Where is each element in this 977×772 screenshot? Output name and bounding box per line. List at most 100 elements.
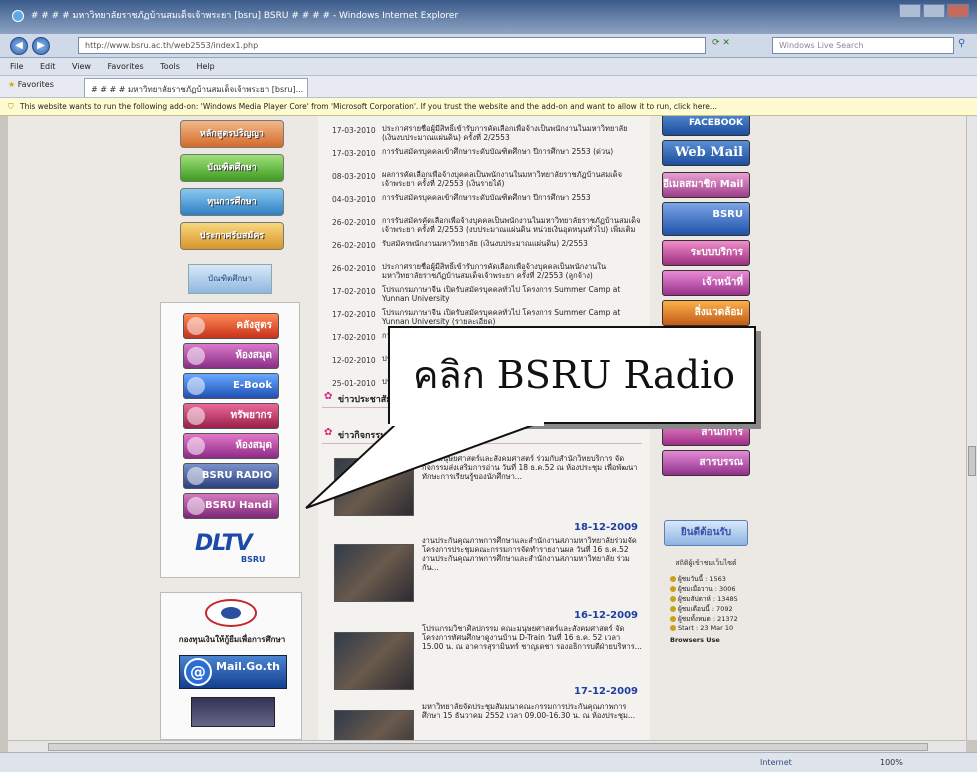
- infobar-text: This website wants to run the following …: [20, 102, 718, 111]
- activity-text[interactable]: งานประกันคุณภาพการศึกษาและสำนักงานสภามหา…: [422, 536, 642, 572]
- documents-button[interactable]: สารบรรณ: [662, 450, 750, 476]
- security-zone[interactable]: Internet: [760, 758, 792, 767]
- back-button[interactable]: ◀: [10, 37, 28, 55]
- callout-pointer-mask: [390, 418, 544, 426]
- student-loan-fund-label[interactable]: กองทุนเงินให้กู้ยืมเพื่อการศึกษา: [161, 633, 303, 646]
- mail-go-th-banner[interactable]: @ Mail.Go.th: [179, 655, 287, 689]
- news-item[interactable]: 04-03-2010 การรับสมัครบุคคลเข้าศึกษาระดับ…: [332, 193, 644, 216]
- menu-button-library-2[interactable]: ห้องสมุด: [183, 433, 279, 459]
- status-bar: Internet 100%: [0, 752, 977, 772]
- menu-button-label: คลังสูตร: [236, 320, 272, 331]
- url-input[interactable]: http://www.bsru.ac.th/web2553/index1.php: [78, 37, 706, 54]
- news-link[interactable]: ประกาศรายชื่อผู้มีสิทธิ์เข้ารับการคัดเลื…: [382, 262, 644, 282]
- activity-photo[interactable]: [334, 710, 414, 740]
- star-icon: ★: [8, 80, 16, 89]
- search-icon[interactable]: ⚲: [958, 38, 972, 53]
- menu-button-label: BSRU Handi: [205, 500, 272, 511]
- stat-text: ผู้ชมสัปดาห์ : 13485: [678, 595, 738, 603]
- globe-icon: [187, 407, 205, 425]
- partner-banner[interactable]: [191, 697, 275, 727]
- banner-graduate[interactable]: บัณฑิตศึกษา: [180, 154, 284, 182]
- activity-text[interactable]: มหาวิทยาลัยจัดประชุมสัมมนาคณะกรรมการประก…: [422, 702, 642, 720]
- service-button[interactable]: ระบบบริการ: [662, 240, 750, 266]
- horizontal-scrollbar[interactable]: [8, 740, 966, 752]
- forward-button[interactable]: ▶: [32, 37, 50, 55]
- search-input[interactable]: Windows Live Search: [772, 37, 954, 54]
- news-item[interactable]: 17-03-2010 การรับสมัครบุคคลเข้าศึกษาระดับ…: [332, 147, 644, 170]
- menu-button-label: ห้องสมุด: [235, 440, 272, 451]
- news-link[interactable]: ผลการคัดเลือกเพื่อจ้างบุคคลเป็นพนักงานใน…: [382, 170, 644, 190]
- news-item[interactable]: 08-03-2010 ผลการคัดเลือกเพื่อจ้างบุคคลเป็…: [332, 170, 644, 193]
- favorites-button[interactable]: ★ Favorites: [8, 80, 54, 89]
- menu-button-ebook[interactable]: E-Book: [183, 373, 279, 399]
- news-item[interactable]: 26-02-2010 การรับสมัครคัดเลือกเพื่อจ้างบุ…: [332, 216, 644, 239]
- bullet-icon: [670, 596, 676, 602]
- hand-icon: [187, 497, 205, 515]
- information-bar[interactable]: ⛉ This website wants to run the followin…: [0, 98, 977, 116]
- member-mail-button[interactable]: อีเมลสมาชิก Mail: [662, 172, 750, 198]
- refresh-icon[interactable]: ⟳ ✕: [712, 38, 730, 48]
- news-link[interactable]: โปรแกรมภาษาจีน เปิดรับสมัครบุคคลทั่วไป โ…: [382, 308, 644, 328]
- banner-announcement[interactable]: ประกาศรับสมัคร: [180, 222, 284, 250]
- news-item[interactable]: 26-02-2010 รับสมัครพนักงานมหาวิทยาลัย (เง…: [332, 239, 644, 262]
- menu-button-handi[interactable]: BSRU Handi: [183, 493, 279, 519]
- vertical-scrollbar[interactable]: [966, 116, 977, 740]
- menu-edit[interactable]: Edit: [40, 62, 56, 71]
- shield-icon: ⛉: [8, 102, 14, 111]
- activity-date: 18-12-2009: [574, 522, 638, 533]
- banner-curriculum[interactable]: หลักสูตรปริญญา: [180, 120, 284, 148]
- dltv-logo[interactable]: DLTV: [195, 531, 253, 556]
- activity-text[interactable]: โปรแกรมวิชาศิลปกรรม คณะมนุษยศาสตร์และสัง…: [422, 624, 642, 651]
- news-item[interactable]: 17-03-2010 ประกาศรายชื่อผู้มีสิทธิ์เข้ารั…: [332, 124, 644, 147]
- dltv-subtitle: BSRU: [241, 555, 266, 564]
- news-link[interactable]: การรับสมัครบุคคลเข้าศึกษาระดับบัณฑิตศึกษ…: [382, 193, 644, 213]
- menu-favorites[interactable]: Favorites: [108, 62, 144, 71]
- scroll-thumb[interactable]: [48, 743, 928, 751]
- menu-button-curriculum[interactable]: คลังสูตร: [183, 313, 279, 339]
- menu-button-bsru-radio[interactable]: BSRU RADIO: [183, 463, 279, 489]
- maximize-button[interactable]: [923, 4, 945, 18]
- menu-button-resources[interactable]: ทรัพยากร: [183, 403, 279, 429]
- menu-button-library[interactable]: ห้องสมุด: [183, 343, 279, 369]
- at-sign-icon: @: [184, 658, 212, 686]
- news-link[interactable]: รับสมัครพนักงานมหาวิทยาลัย (เงินงบประมาณ…: [382, 239, 644, 259]
- stat-row: ผู้ชมเมื่อวาน : 3006: [670, 584, 758, 594]
- scroll-thumb[interactable]: [968, 446, 976, 476]
- tab-bsru[interactable]: # # # # มหาวิทยาลัยราชภัฏบ้านสมเด็จเจ้าพ…: [84, 78, 308, 97]
- callout-text: คลิก BSRU Radio: [413, 353, 735, 397]
- stat-text: ผู้ชมทั้งหมด : 21372: [678, 615, 738, 623]
- minimize-button[interactable]: [899, 4, 921, 18]
- news-link[interactable]: การรับสมัครบุคคลเข้าศึกษาระดับบัณฑิตศึกษ…: [382, 147, 644, 167]
- menu-tools[interactable]: Tools: [160, 62, 180, 71]
- bsru-button[interactable]: BSRU: [662, 202, 750, 236]
- webmail-button[interactable]: Web Mail: [662, 140, 750, 166]
- activity-photo[interactable]: [334, 544, 414, 602]
- zoom-level[interactable]: 100%: [880, 758, 903, 767]
- menu-button-label: ทรัพยากร: [230, 410, 272, 421]
- callout-pointer-shape: [305, 423, 537, 509]
- news-date: 17-02-2010: [332, 310, 376, 319]
- menu-file[interactable]: File: [10, 62, 23, 71]
- activity-photo[interactable]: [334, 632, 414, 690]
- banner-graduate-small[interactable]: บัณฑิตศึกษา: [188, 264, 272, 294]
- bullet-icon: [670, 606, 676, 612]
- staff-button[interactable]: เจ้าหน้าที่: [662, 270, 750, 296]
- menu-help[interactable]: Help: [196, 62, 214, 71]
- news-item[interactable]: 26-02-2010 ประกาศรายชื่อผู้มีสิทธิ์เข้ารั…: [332, 262, 644, 285]
- menu-button-label: BSRU RADIO: [201, 470, 272, 481]
- close-button[interactable]: [947, 4, 969, 18]
- facebook-button[interactable]: FACEBOOK: [662, 116, 750, 136]
- environment-button[interactable]: สิ่งแวดล้อม: [662, 300, 750, 326]
- news-date: 17-02-2010: [332, 333, 376, 342]
- news-link[interactable]: โปรแกรมภาษาจีน เปิดรับสมัครบุคคลทั่วไป โ…: [382, 285, 644, 305]
- banner-scholarship[interactable]: ทุนการศึกษา: [180, 188, 284, 216]
- stat-row: Start : 23 Mar 10: [670, 624, 758, 634]
- student-loan-fund-logo[interactable]: [205, 599, 257, 627]
- news-item[interactable]: 17-02-2010 โปรแกรมภาษาจีน เปิดรับสมัครบุค…: [332, 285, 644, 308]
- news-date: 17-03-2010: [332, 126, 376, 135]
- book-icon: [187, 347, 205, 365]
- news-link[interactable]: ประกาศรายชื่อผู้มีสิทธิ์เข้ารับการคัดเลื…: [382, 124, 644, 144]
- menu-view[interactable]: View: [72, 62, 91, 71]
- news-link[interactable]: การรับสมัครคัดเลือกเพื่อจ้างบุคคลเป็นพนั…: [382, 216, 644, 236]
- activity-date: 16-12-2009: [574, 610, 638, 621]
